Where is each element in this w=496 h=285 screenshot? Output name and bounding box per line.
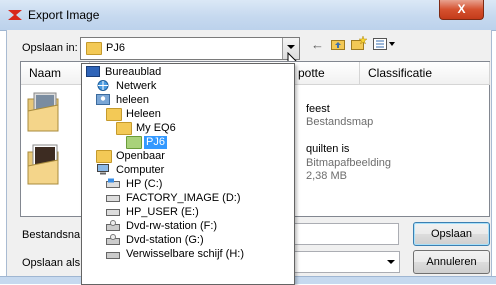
column-header-classification-label: Classificatie (368, 66, 433, 80)
folder-icon (96, 150, 112, 163)
dropdown-item-label: Netwerk (116, 80, 157, 92)
user-folder-icon (96, 94, 110, 105)
dropdown-item-drive[interactable]: HP (C:) (82, 178, 294, 191)
dropdown-item-label: HP (C:) (126, 178, 163, 190)
window-title: Export Image (28, 8, 100, 22)
folder-icon (126, 136, 142, 149)
drive-icon (106, 178, 120, 188)
dropdown-item-label: Verwisselbare schijf (H:) (126, 248, 244, 260)
column-header-type[interactable]: potte (290, 62, 360, 85)
dropdown-item-selected[interactable]: PJ6 (82, 136, 294, 149)
dropdown-item-removable-drive[interactable]: Verwisselbare schijf (H:) (82, 248, 294, 261)
app-icon (8, 10, 22, 20)
title-bar: Export Image X (0, 0, 496, 31)
cancel-button[interactable]: Annuleren (413, 250, 490, 274)
list-item-size: 2,38 MB (306, 170, 347, 182)
dropdown-item-label: Bureaublad (105, 66, 162, 78)
column-header-name-label: Naam (29, 66, 62, 80)
computer-icon (97, 164, 109, 175)
dropdown-item-drive[interactable]: HP_USER (E:) (82, 206, 294, 219)
up-folder-icon[interactable] (331, 38, 345, 50)
save-as-type-label: Opslaan als (22, 257, 81, 269)
dropdown-item-folder[interactable]: Openbaar (82, 150, 294, 163)
desktop-icon (86, 66, 100, 77)
drive-icon (106, 195, 120, 202)
folder-thumbnail-icon[interactable] (26, 89, 66, 135)
save-in-value: PJ6 (106, 42, 125, 54)
chevron-down-icon[interactable] (383, 252, 399, 272)
new-folder-icon[interactable] (351, 36, 367, 50)
column-header-type-label: potte (298, 66, 325, 80)
back-arrow-icon[interactable]: ← (311, 37, 324, 52)
view-menu-icon[interactable] (373, 38, 397, 50)
filename-input[interactable] (290, 223, 399, 245)
save-as-type-select[interactable] (290, 251, 400, 273)
dropdown-item-folder[interactable]: My EQ6 (82, 122, 294, 135)
dropdown-item-label: Computer (116, 164, 165, 176)
dropdown-item-dvd-drive[interactable]: Dvd-rw-station (F:) (82, 220, 294, 233)
save-button[interactable]: Opslaan (413, 222, 490, 246)
list-item-subtitle: Bestandsmap (306, 116, 374, 128)
drive-icon (106, 209, 120, 216)
dropdown-item-computer[interactable]: Computer (82, 164, 294, 177)
dropdown-item-dvd-drive[interactable]: Dvd-station (G:) (82, 234, 294, 247)
dropdown-item-desktop[interactable]: Bureaublad (82, 66, 294, 79)
dropdown-item-label: My EQ6 (136, 122, 176, 134)
dropdown-item-label: heleen (116, 94, 150, 106)
dropdown-item-label: Dvd-station (G:) (126, 234, 204, 246)
column-header-classification[interactable]: Classificatie (360, 62, 490, 85)
dropdown-item-label: Heleen (126, 108, 161, 120)
dvd-drive-icon (106, 220, 120, 231)
folder-icon (86, 42, 102, 55)
dropdown-item-user-folder[interactable]: heleen (82, 94, 294, 107)
save-in-combo[interactable]: PJ6 (80, 37, 300, 60)
save-in-dropdown-list[interactable]: Bureaublad Netwerk heleen Heleen My EQ6 … (81, 63, 295, 285)
dropdown-item-label: PJ6 (144, 136, 167, 149)
dropdown-item-label: FACTORY_IMAGE (D:) (126, 192, 241, 204)
filename-label: Bestandsna (22, 229, 81, 241)
dropdown-item-label: Openbaar (116, 150, 165, 162)
close-button[interactable]: X (439, 0, 484, 20)
list-item-subtitle: Bitmapafbeelding (306, 157, 392, 169)
list-item-title[interactable]: quilten is (306, 143, 349, 155)
column-header-name[interactable]: Naam (21, 62, 90, 85)
network-icon (97, 80, 109, 91)
dvd-drive-icon (106, 234, 120, 245)
save-in-label: Opslaan in: (22, 42, 78, 54)
dropdown-item-label: Dvd-rw-station (F:) (126, 220, 218, 232)
removable-drive-icon (106, 252, 120, 259)
dropdown-item-label: HP_USER (E:) (126, 206, 199, 218)
folder-icon (116, 122, 132, 135)
dropdown-item-drive[interactable]: FACTORY_IMAGE (D:) (82, 192, 294, 205)
list-item-title[interactable]: feest (306, 103, 330, 115)
dropdown-item-network[interactable]: Netwerk (82, 80, 294, 93)
dropdown-item-folder[interactable]: Heleen (82, 108, 294, 121)
folder-icon (106, 108, 122, 121)
image-thumbnail-icon[interactable] (26, 142, 66, 188)
